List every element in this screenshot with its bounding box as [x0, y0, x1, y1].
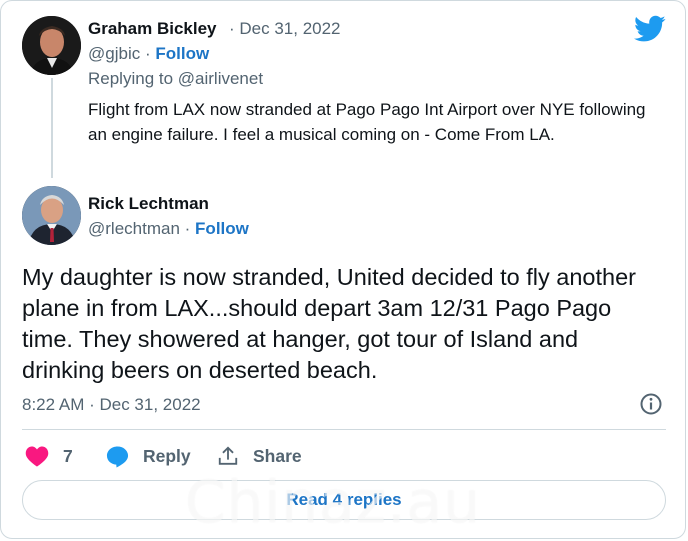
- divider: [22, 429, 666, 430]
- author-name-graham[interactable]: Graham Bickley: [88, 19, 217, 39]
- author-handle-rick[interactable]: @rlechtman: [88, 219, 180, 238]
- avatar-graham-bickley[interactable]: [22, 16, 81, 75]
- heart-icon: [25, 446, 49, 467]
- follow-button-rick[interactable]: Follow: [195, 219, 249, 238]
- reply-bubble-icon: [106, 445, 129, 468]
- like-count: 7: [63, 445, 73, 466]
- avatar-rick-lechtman[interactable]: [22, 186, 81, 245]
- author-handle-row-rick: @rlechtman · Follow: [88, 219, 249, 239]
- twitter-bird-icon[interactable]: [634, 15, 666, 43]
- share-button[interactable]: Share: [217, 441, 302, 471]
- handle-separator-rick: ·: [184, 219, 191, 238]
- tweet-timestamp[interactable]: 8:22 AM · Dec 31, 2022: [22, 395, 201, 415]
- replying-to-label[interactable]: Replying to @airlivenet: [88, 69, 263, 89]
- reply-tweet-text: My daughter is now stranded, United deci…: [22, 264, 636, 383]
- author-handle-graham[interactable]: @gjbic: [88, 44, 140, 63]
- thread-connector-line: [51, 78, 53, 178]
- first-tweet-text: Flight from LAX now stranded at Pago Pag…: [88, 100, 646, 144]
- follow-button-graham[interactable]: Follow: [155, 44, 209, 63]
- info-icon[interactable]: [639, 392, 663, 416]
- read-replies-label: Read 4 replies: [286, 490, 402, 509]
- share-icon: [218, 446, 238, 465]
- like-button[interactable]: 7: [25, 441, 73, 471]
- author-name-rick[interactable]: Rick Lechtman: [88, 194, 209, 214]
- tweet-date-graham[interactable]: · Dec 31, 2022: [229, 19, 341, 39]
- reply-button[interactable]: Reply: [106, 441, 191, 471]
- reply-label: Reply: [143, 445, 191, 466]
- read-replies-button[interactable]: Read 4 replies: [22, 480, 666, 520]
- author-handle-row: @gjbic · Follow: [88, 44, 209, 64]
- share-label: Share: [253, 445, 302, 466]
- handle-separator: ·: [144, 44, 151, 63]
